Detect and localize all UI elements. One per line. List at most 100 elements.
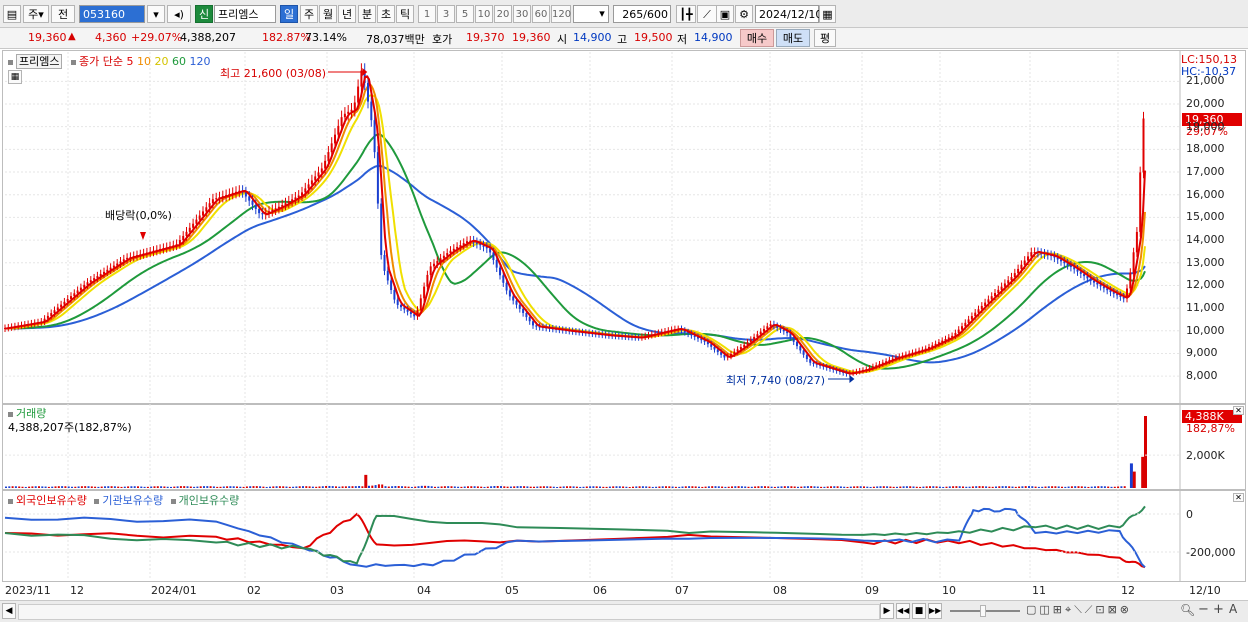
volume-bar	[21, 486, 24, 488]
volume-bar	[486, 486, 489, 488]
candle-body	[502, 275, 505, 283]
ma-line	[4, 83, 1146, 375]
volume-bar	[278, 486, 281, 488]
volume-bar	[1117, 486, 1120, 488]
drawing-tools-icon[interactable]: ▢◫⊞⌖⟍⟋⊡⊠⊗	[1026, 603, 1132, 617]
volume-bar	[295, 486, 298, 488]
volume-bar	[113, 486, 116, 488]
volume-bar	[734, 486, 737, 488]
close-icon[interactable]: ✕	[1233, 406, 1244, 415]
volume-bar	[958, 486, 961, 488]
volume-bar	[440, 486, 443, 488]
volume-bar	[87, 486, 90, 488]
candle-body	[360, 70, 363, 87]
candle-body	[248, 196, 251, 201]
candle-body	[205, 207, 208, 212]
close-icon[interactable]: ✕	[1233, 493, 1244, 502]
volume-bar	[358, 485, 361, 488]
volume-bar	[704, 486, 707, 488]
volume-bar	[84, 486, 87, 488]
volume-bar	[899, 486, 902, 488]
volume-bar	[506, 486, 509, 488]
volume-bar	[14, 486, 17, 488]
volume-bar	[684, 486, 687, 488]
candle-body	[304, 188, 307, 193]
volume-bar	[391, 486, 394, 488]
volume-bar	[955, 486, 958, 488]
y-tick-label: 14,000	[1186, 233, 1225, 247]
volume-bar	[806, 486, 809, 488]
volume-bar	[589, 486, 592, 488]
volume-bar	[929, 486, 931, 488]
volume-bar	[783, 486, 786, 488]
candle-body	[799, 346, 802, 351]
candle-body	[310, 180, 313, 185]
candle-body	[508, 290, 511, 297]
volume-bar	[434, 486, 436, 488]
volume-bar	[5, 486, 7, 488]
font-size-icon[interactable]: A	[1229, 602, 1237, 616]
volume-bar	[153, 486, 156, 488]
volume-bar	[41, 486, 44, 488]
volume-bar	[133, 486, 136, 488]
candle-body	[370, 101, 373, 121]
volume-bar	[18, 486, 21, 488]
volume-bar	[209, 486, 212, 488]
volume-bar	[1001, 486, 1004, 488]
candle-body	[1135, 231, 1138, 253]
volume-bar	[909, 486, 912, 488]
candle-body	[314, 176, 317, 181]
ma10-label: 10	[136, 55, 151, 68]
scroll-right-icon[interactable]: ▶	[880, 603, 894, 619]
forward-icon[interactable]: ▶▶	[928, 603, 942, 619]
volume-bar	[872, 486, 875, 488]
volume-bar	[985, 486, 988, 488]
volume-bar	[245, 486, 248, 488]
candle-body	[353, 102, 356, 110]
volume-bar	[394, 486, 397, 488]
candle-body	[1017, 268, 1020, 274]
volume-bar	[925, 486, 928, 488]
zoom-slider-handle[interactable]	[980, 605, 986, 617]
volume-bar	[618, 486, 621, 488]
volume-bar	[816, 486, 819, 488]
volume-bar	[694, 486, 697, 488]
candle-body	[535, 325, 538, 327]
volume-bar	[572, 486, 575, 488]
volume-bar	[863, 486, 865, 488]
volume-bar	[404, 486, 407, 488]
volume-bar	[978, 486, 981, 488]
volume-bar	[120, 486, 123, 488]
volume-bar	[100, 486, 103, 488]
candle-body	[492, 252, 495, 261]
volume-bar	[176, 486, 179, 488]
zoom-icon[interactable]: 🔍︎	[1180, 603, 1195, 617]
volume-bar	[282, 486, 285, 488]
stop-icon[interactable]: ■	[912, 603, 926, 619]
candle-body	[396, 299, 399, 305]
candle-body	[261, 213, 264, 215]
panel-table-icon[interactable]: ▦	[8, 70, 22, 84]
legend-square-icon	[170, 498, 176, 504]
scroll-track[interactable]	[18, 604, 880, 620]
volume-bar	[628, 486, 631, 488]
zoom-out-icon[interactable]: −	[1198, 602, 1209, 617]
candle-body	[390, 280, 393, 291]
volume-bar	[635, 486, 638, 488]
zoom-in-icon[interactable]: +	[1213, 602, 1224, 617]
y-tick-label: 21,000	[1186, 74, 1225, 88]
rewind-icon[interactable]: ◀◀	[896, 603, 910, 619]
volume-bar	[377, 484, 380, 488]
volume-bar	[688, 486, 691, 488]
volume-bar	[665, 486, 667, 488]
volume-bar	[467, 486, 469, 488]
volume-bar	[437, 486, 440, 488]
scroll-left-icon[interactable]: ◀	[2, 603, 16, 619]
stock-name-label: 프리엠스	[16, 54, 63, 69]
volume-bar	[1067, 486, 1070, 488]
volume-bar	[585, 486, 588, 488]
volume-bar	[80, 486, 83, 488]
x-label: 12	[70, 584, 84, 597]
volume-bar	[67, 486, 70, 488]
candle-body	[518, 304, 521, 309]
